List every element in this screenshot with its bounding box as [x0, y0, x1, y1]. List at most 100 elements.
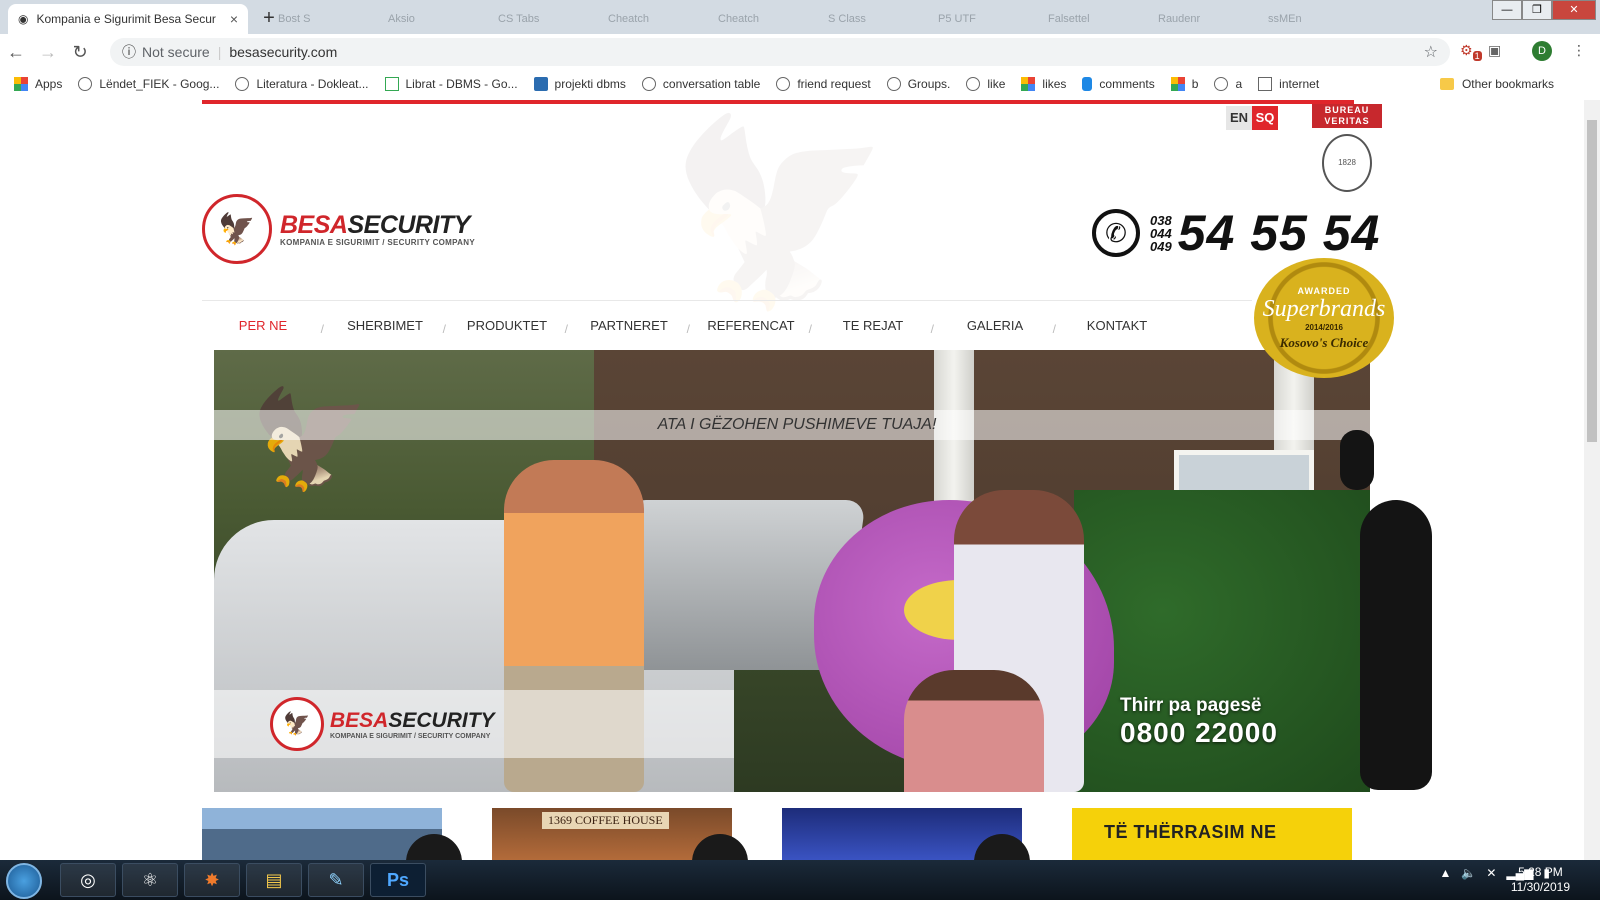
new-tab-button[interactable]: + — [256, 6, 282, 32]
tab-background[interactable]: Aksio — [372, 4, 482, 34]
taskbar-xampp-icon[interactable]: ✸ — [184, 863, 240, 897]
tab-background[interactable]: CS Tabs — [482, 4, 592, 34]
network-icon[interactable]: ✕ — [1486, 866, 1496, 880]
bookmark-item[interactable]: comments — [1082, 77, 1155, 91]
logo-security: SECURITY — [347, 211, 470, 239]
tab-active[interactable]: ◉ Kompania e Sigurimit Besa Secur × — [8, 4, 248, 34]
tab-background[interactable]: S Class — [812, 4, 922, 34]
bookmark-item[interactable]: Apps — [14, 77, 62, 91]
blank-page-icon — [966, 77, 981, 91]
bookmark-item[interactable]: Lëndet_FIEK - Goog... — [78, 77, 219, 91]
bookmark-item[interactable]: like — [966, 77, 1005, 91]
language-switcher: EN SQ — [1226, 106, 1278, 130]
taskbar-notepad-icon[interactable]: ✎ — [308, 863, 364, 897]
nav-item-partneret[interactable]: PARTNERET / — [568, 318, 690, 336]
tab-background[interactable]: Raudenr — [1142, 4, 1252, 34]
start-button[interactable] — [6, 863, 42, 899]
forward-arrow-icon[interactable]: → — [32, 42, 64, 63]
superbrands-name: Superbrands — [1262, 295, 1386, 322]
callback-cta[interactable]: TË THËRRASIM NE — [1072, 808, 1352, 860]
clock-date: 11/30/2019 — [1510, 880, 1570, 894]
nav-item-per-ne[interactable]: PER NE / — [202, 318, 324, 336]
bookmark-item[interactable]: Librat - DBMS - Go... — [384, 77, 518, 91]
nav-item-sherbimet[interactable]: SHERBIMET / — [324, 318, 446, 336]
volume-icon[interactable]: 🔈 — [1461, 866, 1476, 880]
web-page: 🦅 EN SQ BUREAU VERITAS 1828 🦅 BESASECURI… — [0, 100, 1584, 860]
url-text: besasecurity.com — [229, 44, 338, 60]
bookmark-item[interactable]: projekti dbms — [533, 77, 626, 91]
nav-item-referencat[interactable]: REFERENCAT / — [690, 318, 812, 336]
other-bookmarks[interactable]: Other bookmarks — [1439, 77, 1554, 91]
close-window-button[interactable]: ✕ — [1552, 0, 1596, 20]
profile-avatar[interactable]: D — [1532, 41, 1552, 61]
drive-icon — [384, 77, 399, 91]
taskbar-chrome-icon[interactable]: ◎ — [60, 863, 116, 897]
logo-tagline: KOMPANIA E SIGURIMIT / SECURITY COMPANY — [280, 238, 475, 247]
maximize-button[interactable]: ❐ — [1522, 0, 1552, 20]
bookmark-item[interactable]: internet — [1258, 77, 1319, 91]
lang-en-button[interactable]: EN — [1226, 106, 1252, 130]
back-arrow-icon[interactable]: ← — [0, 42, 32, 63]
tab-title: Kompania e Sigurimit Besa Secur — [36, 12, 216, 26]
bureau-veritas-logo: BUREAU VERITAS 1828 — [1312, 104, 1382, 192]
hero-boy — [904, 670, 1044, 792]
bookmark-item[interactable]: conversation table — [641, 77, 760, 91]
bookmark-item[interactable]: b — [1170, 77, 1198, 91]
page-scrollbar[interactable] — [1584, 100, 1600, 860]
bookmark-item[interactable]: friend request — [776, 77, 871, 91]
site-logo[interactable]: 🦅 BESASECURITY KOMPANIA E SIGURIMIT / SE… — [202, 194, 475, 264]
tab-background[interactable]: P5 UTF — [922, 4, 1032, 34]
phone-icon: ✆ — [1092, 209, 1140, 257]
grid-icon — [1021, 77, 1036, 91]
lang-sq-button[interactable]: SQ — [1252, 106, 1278, 130]
bookmark-item[interactable]: Literatura - Dokleat... — [235, 77, 369, 91]
browser-tab-bar: ◉ Kompania e Sigurimit Besa Secur × Bost… — [0, 0, 1600, 34]
taskbar-explorer-folder-icon[interactable]: ▤ — [246, 863, 302, 897]
nav-item-kontakt[interactable]: KONTAKT — [1056, 318, 1178, 333]
eagle-icon: 🦅 — [250, 380, 380, 500]
tab-background[interactable]: Falsettel — [1032, 4, 1142, 34]
tray-arrow-icon[interactable]: ▲ — [1440, 866, 1452, 880]
blank-page-icon — [641, 77, 656, 91]
nav-item-produktet[interactable]: PRODUKTET / — [446, 318, 568, 336]
windows-icon — [1170, 77, 1185, 91]
reload-icon[interactable]: ↻ — [64, 42, 96, 63]
globe-icon — [78, 77, 93, 91]
free-call-number: 0800 22000 — [1120, 717, 1278, 748]
thumbnail-house[interactable] — [202, 808, 442, 860]
tab-background[interactable]: ssMEn — [1252, 4, 1362, 34]
superbrands-years: 2014/2016 — [1305, 322, 1343, 332]
bookmark-item[interactable]: likes — [1021, 77, 1066, 91]
tab-close-icon[interactable]: × — [230, 11, 238, 27]
feature-thumbnails: 1369 COFFEE HOUSE TË THËRRASIM NE — [202, 808, 1354, 860]
bookmark-item[interactable]: Groups. — [886, 77, 950, 91]
menu-icon[interactable]: ⋮ — [1572, 42, 1586, 59]
minimize-button[interactable]: — — [1492, 0, 1522, 20]
taskbar-atom-icon[interactable]: ⚛ — [122, 863, 178, 897]
extension-icon[interactable]: ▣ — [1488, 42, 1501, 59]
address-bar[interactable]: ⓘ Not secure | besasecurity.com ☆ — [110, 38, 1450, 66]
nav-item-te-rejat[interactable]: TE REJAT / — [812, 318, 934, 336]
main-navigation: PER NE / SHERBIMET / PRODUKTET / PARTNERET /… — [202, 300, 1252, 350]
extension-icon[interactable]: ⚙ 1 — [1460, 42, 1482, 61]
phone-number: 54 55 54 — [1177, 205, 1381, 261]
hero-banner[interactable]: 🦅 ATA I GËZOHEN PUSHIMEVE TUAJA! 🦅 BESAS… — [214, 350, 1370, 792]
security-label: Not secure — [142, 44, 210, 60]
phone-block[interactable]: ✆ 038 044 049 54 55 54 — [1092, 204, 1380, 262]
window-controls: — ❐ ✕ — [1492, 0, 1596, 20]
scrollbar-thumb[interactable] — [1587, 120, 1597, 442]
taskbar-clock[interactable]: 5:28 PM 11/30/2019 — [1511, 865, 1570, 895]
nav-item-galeria[interactable]: GALERIA / — [934, 318, 1056, 336]
info-icon[interactable]: ⓘ — [122, 42, 136, 62]
windows-taskbar: ◎ ⚛ ✸ ▤ ✎ Ps ▲ 🔈 ✕ ▂▄▆ ▮ 5:28 PM 11/30/2… — [0, 860, 1600, 900]
taskbar-photoshop-icon[interactable]: Ps — [370, 863, 426, 897]
hero-headline: ATA I GËZOHEN PUSHIMEVE TUAJA! — [214, 410, 1370, 440]
eagle-logo-icon: 🦅 — [270, 697, 324, 751]
tab-background[interactable]: Cheatch — [702, 4, 812, 34]
bookmarks-bar: Apps Lëndet_FIEK - Goog... Literatura - … — [0, 70, 1600, 98]
logo-wordmark: BESASECURITY KOMPANIA E SIGURIMIT / SECU… — [280, 211, 475, 247]
bookmark-star-icon[interactable]: ☆ — [1424, 42, 1438, 62]
bookmark-item[interactable]: a — [1214, 77, 1242, 91]
tab-background[interactable]: Cheatch — [592, 4, 702, 34]
db-icon — [1082, 77, 1093, 91]
